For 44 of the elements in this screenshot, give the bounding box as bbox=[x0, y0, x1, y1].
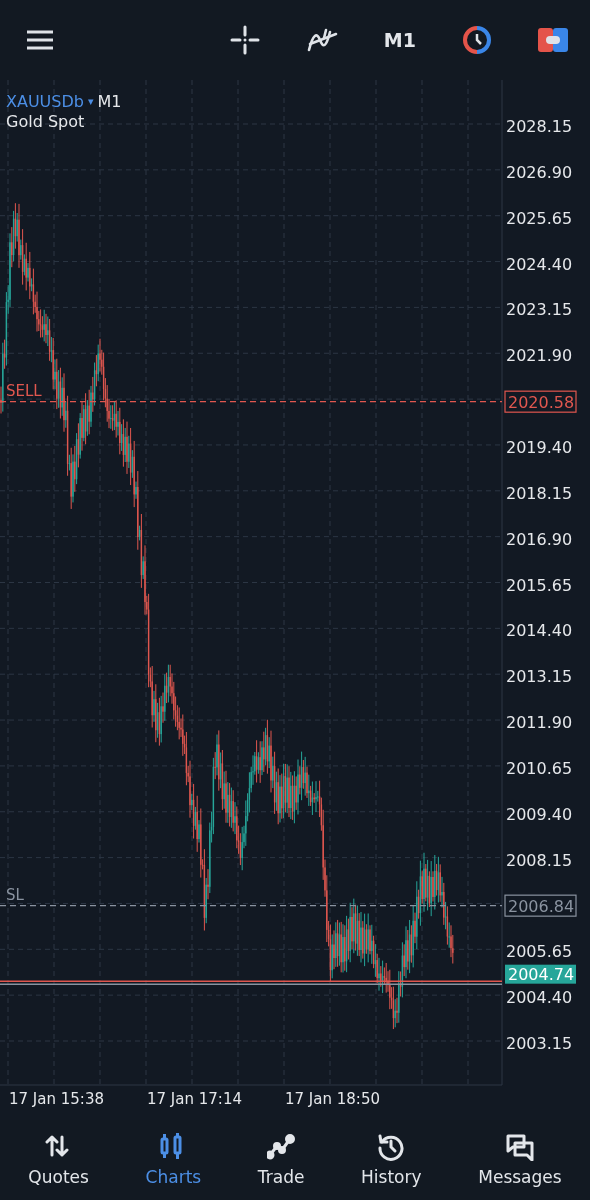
crosshair-icon[interactable] bbox=[229, 25, 260, 55]
price-label: 2009.40 bbox=[506, 804, 573, 824]
time-label: 17 Jan 17:14 bbox=[147, 1090, 242, 1108]
price-label: 2023.15 bbox=[506, 300, 573, 320]
time-label: 17 Jan 15:38 bbox=[9, 1090, 104, 1108]
timeframe-button[interactable]: M1 bbox=[383, 29, 416, 51]
nav-tab[interactable]: History bbox=[359, 1129, 424, 1191]
menu-icon[interactable] bbox=[26, 29, 54, 51]
price-label: 2015.65 bbox=[506, 575, 573, 595]
symbol-description: Gold Spot bbox=[6, 112, 86, 132]
price-tag: 2020.58 bbox=[504, 390, 577, 413]
order-label: SELL bbox=[6, 381, 42, 400]
price-label: 2021.90 bbox=[506, 346, 573, 366]
price-label: 2025.65 bbox=[506, 208, 573, 228]
price-label: 2014.40 bbox=[506, 621, 573, 641]
indicator-icon[interactable] bbox=[305, 26, 338, 54]
nav-tab[interactable]: Quotes bbox=[26, 1129, 91, 1191]
price-label: 2028.15 bbox=[506, 117, 573, 136]
dropdown-caret[interactable]: ▾ bbox=[87, 92, 94, 112]
price-label: 2018.15 bbox=[506, 483, 573, 503]
toggle-icon[interactable] bbox=[538, 27, 568, 53]
history-icon bbox=[377, 1133, 406, 1161]
price-label: 2019.40 bbox=[506, 437, 573, 457]
nav-tab[interactable]: Messages bbox=[476, 1129, 564, 1191]
symbol-name[interactable]: XAUUSDb bbox=[6, 92, 84, 112]
price-label: 2008.15 bbox=[506, 850, 573, 870]
time-label: 17 Jan 18:50 bbox=[285, 1090, 380, 1108]
price-label: 2026.90 bbox=[506, 162, 573, 182]
nav-tab[interactable]: Charts bbox=[143, 1129, 204, 1191]
price-label: 2005.65 bbox=[506, 942, 573, 962]
price-label: 2024.40 bbox=[506, 254, 573, 274]
price-label: 2011.90 bbox=[506, 713, 573, 733]
chat-icon bbox=[505, 1133, 534, 1161]
price-label: 2003.15 bbox=[506, 1034, 573, 1053]
order-label: SL bbox=[6, 885, 24, 904]
clock-icon[interactable] bbox=[462, 25, 492, 55]
line-chart-icon bbox=[267, 1133, 296, 1161]
nav-tab[interactable]: Trade bbox=[255, 1129, 307, 1191]
price-label: 2010.65 bbox=[506, 758, 573, 778]
price-tag: 2006.84 bbox=[504, 894, 577, 917]
symbol-timeframe: M1 bbox=[97, 92, 122, 112]
price-label: 2016.90 bbox=[506, 529, 573, 549]
price-label: 2004.40 bbox=[506, 988, 573, 1008]
price-label: 2013.15 bbox=[506, 667, 573, 687]
